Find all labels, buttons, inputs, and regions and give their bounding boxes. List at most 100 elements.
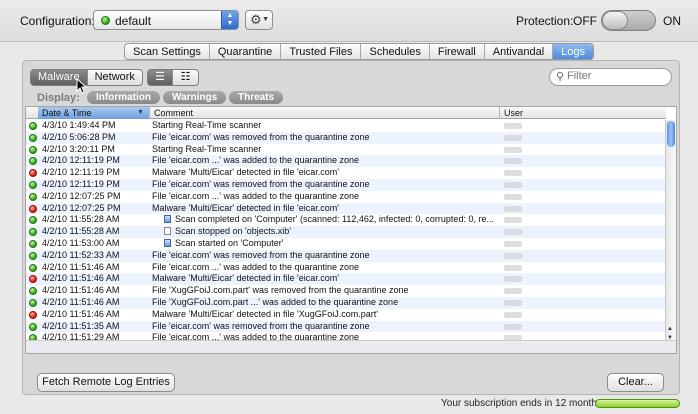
row-comment-text: Malware 'Multi/Eicar' detected in file '… [152,167,339,178]
row-comment: File 'XugGFoiJ.com.part ...' was added t… [152,297,498,309]
row-user-redacted [504,288,522,295]
tab-logs[interactable]: Logs [553,44,593,59]
row-comment-text: Malware 'Multi/Eicar' detected in file '… [152,273,339,284]
tab-scan-settings[interactable]: Scan Settings [125,44,210,59]
tab-antivandal[interactable]: Antivandal [485,44,554,59]
row-date: 4/2/10 11:51:46 AM [42,296,120,307]
row-date: 4/2/10 11:51:46 AM [42,261,120,272]
row-comment: File 'eicar.com' was removed from the qu… [152,132,498,144]
scrollbar-thumb[interactable] [667,121,675,147]
column-comment-header[interactable]: Comment [150,107,500,119]
log-rows: 4/3/10 1:49:44 PM Starting Real-Time scan… [26,120,666,344]
ok-status-icon [29,287,37,296]
scroll-up-icon[interactable]: ▲ [667,326,673,332]
view-mode-switch: ☰ ☷ [147,69,199,86]
column-user-header[interactable]: User [500,107,666,119]
filter-search-field[interactable]: ⚲ [549,68,672,86]
table-header: Date & Time ▼ Comment User [26,107,666,119]
filter-warnings-button[interactable]: Warnings [163,91,227,104]
tab-bar: Scan Settings Quarantine Trusted Files S… [124,43,594,60]
table-row[interactable]: 4/2/10 11:51:46 AM File 'XugGFoiJ.com.par… [26,285,666,297]
tab-trusted-files[interactable]: Trusted Files [281,44,362,59]
table-row[interactable]: 4/2/10 11:55:28 AM Scan completed on 'Com… [26,214,666,226]
row-comment-text: Scan stopped on 'objects.xib' [175,226,292,237]
row-comment: Malware 'Multi/Eicar' detected in file '… [152,167,498,179]
protection-toggle[interactable] [601,10,656,31]
row-comment: File 'eicar.com ...' was added to the qu… [152,191,498,203]
row-comment-text: File 'eicar.com' was removed from the qu… [152,131,370,142]
ok-status-icon [29,239,37,248]
sort-descending-icon: ▼ [137,109,144,116]
configuration-value: default [115,14,152,28]
horizontal-scrollbar[interactable] [26,340,676,353]
row-user-redacted [504,252,522,259]
list-view-icon[interactable]: ☰ [148,70,173,85]
action-menu-button[interactable]: ⚙ ▼ [245,10,273,30]
document-icon [164,215,171,224]
table-row[interactable]: 4/2/10 12:11:19 PM File 'eicar.com ...' w… [26,155,666,168]
row-comment: File 'eicar.com ...' was added to the qu… [152,262,498,274]
source-network-button[interactable]: Network [88,70,142,85]
ok-status-icon [29,180,37,189]
toolbar: Configuration: default ▲ ▼ ⚙ ▼ Protection… [0,0,698,42]
row-comment-text: Malware 'Multi/Eicar' detected in file '… [152,308,378,319]
table-row[interactable]: 4/2/10 11:55:28 AM Scan stopped on 'objec… [26,226,666,238]
threat-status-icon [29,204,37,213]
table-row[interactable]: 4/2/10 11:51:46 AM File 'eicar.com ...' w… [26,262,666,274]
threat-status-icon [29,275,37,284]
filter-input[interactable] [567,70,667,82]
row-comment: File 'eicar.com ...' was added to the qu… [152,155,498,167]
table-row[interactable]: 4/2/10 12:07:25 PM Malware 'Multi/Eicar' … [26,202,666,215]
row-user-redacted [504,311,522,318]
ok-status-icon [29,192,37,201]
ok-status-icon [29,216,37,225]
table-row[interactable]: 4/2/10 12:11:19 PM Malware 'Multi/Eicar' … [26,167,666,179]
row-date: 4/2/10 11:53:00 AM [42,237,120,248]
row-comment-text: Starting Real-Time scanner [152,120,262,130]
column-date-header[interactable]: Date & Time ▼ [38,107,150,119]
tab-quarantine[interactable]: Quarantine [210,44,282,59]
row-comment: Scan stopped on 'objects.xib' [164,226,510,238]
ok-status-icon [29,251,37,260]
table-row[interactable]: 4/2/10 11:51:46 AM Malware 'Multi/Eicar' … [26,309,666,321]
table-row[interactable]: 4/3/10 1:49:44 PM Starting Real-Time scan… [26,120,666,132]
detail-list-view-icon[interactable]: ☷ [173,70,198,85]
filter-information-button[interactable]: Information [87,91,160,104]
table-row[interactable]: 4/2/10 11:51:35 AM File 'eicar.com' was r… [26,320,666,333]
table-row[interactable]: 4/2/10 12:07:25 PM File 'eicar.com ...' w… [26,191,666,203]
tab-schedules[interactable]: Schedules [361,44,430,59]
row-comment: Malware 'Multi/Eicar' detected in file '… [152,273,498,285]
table-row[interactable]: 4/2/10 11:53:00 AM Scan started on 'Compu… [26,238,666,250]
row-user-redacted [504,146,522,153]
row-comment: File 'eicar.com' was removed from the qu… [152,179,498,191]
row-user-redacted [504,240,522,247]
table-row[interactable]: 4/2/10 11:51:46 AM File 'XugGFoiJ.com.par… [26,296,666,309]
row-date: 4/2/10 12:11:19 PM [42,155,120,166]
row-user-redacted [504,276,522,283]
row-comment-text: File 'XugGFoiJ.com.part ...' was added t… [152,296,399,307]
protection-label: Protection: [516,14,574,28]
table-row[interactable]: 4/2/10 5:06:28 PM File 'eicar.com' was re… [26,131,666,144]
row-comment-text: File 'eicar.com' was removed from the qu… [152,249,370,260]
table-row[interactable]: 4/2/10 11:52:33 AM File 'eicar.com' was r… [26,249,666,262]
configuration-select[interactable]: default ▲ ▼ [93,10,239,30]
row-comment-text: File 'eicar.com ...' was added to the qu… [152,261,360,272]
row-date: 4/2/10 11:55:28 AM [42,226,120,237]
clear-log-button[interactable]: Clear... [607,373,664,392]
row-date: 4/2/10 11:52:33 AM [42,249,120,260]
row-user-redacted [504,181,522,188]
row-comment-text: Starting Real-Time scanner [152,143,262,154]
row-date: 4/2/10 3:20:11 PM [42,143,115,154]
vertical-scrollbar[interactable]: ▲ ▼ [665,120,676,342]
table-row[interactable]: 4/2/10 3:20:11 PM Starting Real-Time scan… [26,144,666,156]
ok-status-icon [29,263,37,272]
table-row[interactable]: 4/2/10 12:11:19 PM File 'eicar.com' was r… [26,178,666,191]
toggle-knob[interactable] [602,11,628,30]
table-row[interactable]: 4/2/10 11:51:46 AM Malware 'Multi/Eicar' … [26,273,666,286]
tab-firewall[interactable]: Firewall [430,44,485,59]
ok-status-icon [29,157,37,166]
fetch-remote-log-button[interactable]: Fetch Remote Log Entries [37,373,175,392]
protection-on-label: ON [663,14,681,28]
row-comment: Malware 'Multi/Eicar' detected in file '… [152,203,498,215]
filter-threats-button[interactable]: Threats [229,91,284,104]
